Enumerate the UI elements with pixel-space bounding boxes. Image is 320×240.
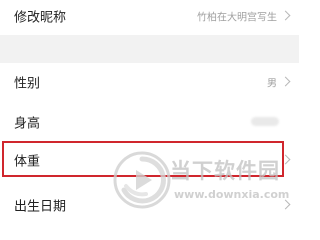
gender-row[interactable]: 性别 男	[0, 63, 299, 101]
nickname-value: 竹柏在大明宫写生	[197, 12, 277, 24]
height-label: 身高	[14, 116, 41, 132]
height-row[interactable]: 身高	[0, 103, 299, 141]
section-divider	[0, 35, 299, 63]
nickname-label: 修改昵称	[14, 10, 67, 26]
gender-label: 性别	[14, 76, 41, 92]
birthdate-label: 出生日期	[14, 199, 67, 215]
weight-label: 体重	[14, 154, 41, 170]
watermark-text: 当下软件园	[170, 159, 280, 183]
height-value-blurred	[251, 117, 279, 126]
gender-value: 男	[267, 78, 277, 90]
nickname-row[interactable]: 修改昵称 竹柏在大明宫写生	[0, 0, 299, 35]
chevron-right-icon	[280, 10, 291, 21]
watermark: 当下软件园 www.downxia.com	[112, 150, 292, 212]
downxia-logo-icon	[113, 151, 171, 209]
watermark-url: www.downxia.com	[174, 188, 290, 201]
chevron-right-icon	[280, 76, 291, 87]
profile-settings-page: 修改昵称 竹柏在大明宫写生 性别 男 身高 体重 出生日期 当下软件园 www.…	[0, 0, 299, 224]
